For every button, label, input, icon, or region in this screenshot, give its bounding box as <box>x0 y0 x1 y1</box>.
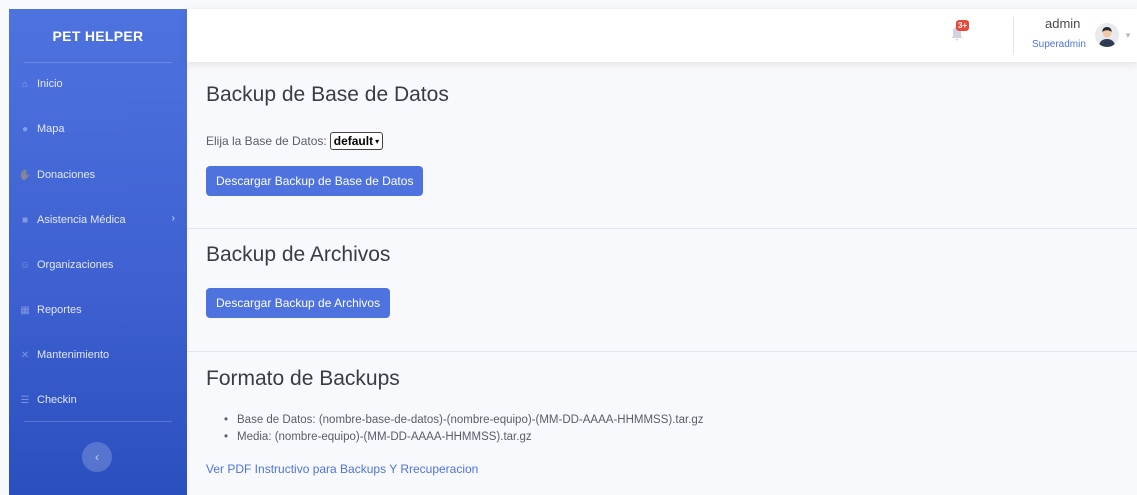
user-role: Superadmin <box>1032 39 1086 50</box>
pdf-instructions-link[interactable]: Ver PDF Instructivo para Backups Y Rrecu… <box>206 462 478 476</box>
chevron-down-icon[interactable]: ▼ <box>1124 31 1132 40</box>
sidebar-item-label: Mantenimiento <box>37 349 110 361</box>
sidebar-item-inicio[interactable]: ⌂ Inicio <box>9 73 187 95</box>
sidebar-toggle-button[interactable]: ‹ <box>82 442 112 472</box>
download-db-backup-button[interactable]: Descargar Backup de Base de Datos <box>206 166 424 196</box>
db-select-value: default <box>333 134 374 148</box>
hand-holding-icon: ✋ <box>18 169 32 181</box>
chart-icon: ▦ <box>20 304 30 316</box>
section-title-db-backup: Backup de Base de Datos <box>206 83 449 106</box>
sidebar-item-label: Checkin <box>37 394 77 406</box>
sidebar-item-label: Organizaciones <box>37 259 114 271</box>
user-name[interactable]: admin <box>1045 16 1080 31</box>
db-select[interactable]: default ▾ <box>329 132 384 150</box>
topbar-divider <box>1013 17 1014 54</box>
db-select-label: Elija la Base de Datos: <box>206 134 327 148</box>
sidebar: PET HELPER ⌂ Inicio ● Mapa ✋ Donaciones … <box>9 9 187 495</box>
sidebar-item-label: Reportes <box>37 304 82 316</box>
notification-badge: 3+ <box>956 20 970 31</box>
sidebar-item-mantenimiento[interactable]: ✕ Mantenimiento <box>9 344 187 366</box>
sidebar-divider <box>24 62 172 63</box>
map-pin-icon: ● <box>21 123 29 135</box>
topbar: 3+ admin Superadmin ▼ <box>187 9 1137 62</box>
tools-icon: ✕ <box>20 349 30 361</box>
avatar[interactable] <box>1095 23 1119 47</box>
chevron-left-icon: ‹ <box>95 450 99 464</box>
sidebar-item-reportes[interactable]: ▦ Reportes <box>9 299 187 321</box>
list-item: Media: (nombre-equipo)-(MM-DD-AAAA-HHMMS… <box>224 429 704 446</box>
sidebar-item-donaciones[interactable]: ✋ Donaciones <box>9 164 187 186</box>
chevron-down-icon: ▾ <box>375 136 380 146</box>
section-divider <box>187 351 1137 352</box>
sidebar-item-mapa[interactable]: ● Mapa <box>9 118 187 140</box>
chevron-right-icon: › <box>171 213 175 224</box>
list-item: Base de Datos: (nombre-base-de-datos)-(n… <box>224 412 704 429</box>
sidebar-item-checkin[interactable]: ☰ Checkin <box>9 389 187 411</box>
section-title-files-backup: Backup de Archivos <box>206 243 391 266</box>
sidebar-item-organizaciones[interactable]: ☺ Organizaciones <box>9 254 187 276</box>
sidebar-item-label: Inicio <box>37 78 63 90</box>
home-icon: ⌂ <box>21 78 29 90</box>
backup-format-list: Base de Datos: (nombre-base-de-datos)-(n… <box>224 412 704 446</box>
medical-kit-icon: ■ <box>21 214 29 226</box>
sidebar-item-label: Asistencia Médica <box>37 214 126 226</box>
list-icon: ☰ <box>20 394 30 406</box>
download-files-backup-button[interactable]: Descargar Backup de Archivos <box>206 288 391 318</box>
section-title-backup-format: Formato de Backups <box>206 367 400 390</box>
sidebar-item-label: Mapa <box>37 123 65 135</box>
section-divider <box>187 228 1137 229</box>
users-icon: ☺ <box>19 259 31 271</box>
brand-logo[interactable]: PET HELPER <box>9 9 187 62</box>
main-content: Backup de Base de Datos Elija la Base de… <box>187 62 1137 495</box>
db-select-row: Elija la Base de Datos: default ▾ <box>206 132 384 150</box>
sidebar-item-label: Donaciones <box>37 169 96 181</box>
sidebar-divider <box>24 421 172 422</box>
sidebar-item-asistencia-medica[interactable]: ■ Asistencia Médica › <box>9 209 187 231</box>
